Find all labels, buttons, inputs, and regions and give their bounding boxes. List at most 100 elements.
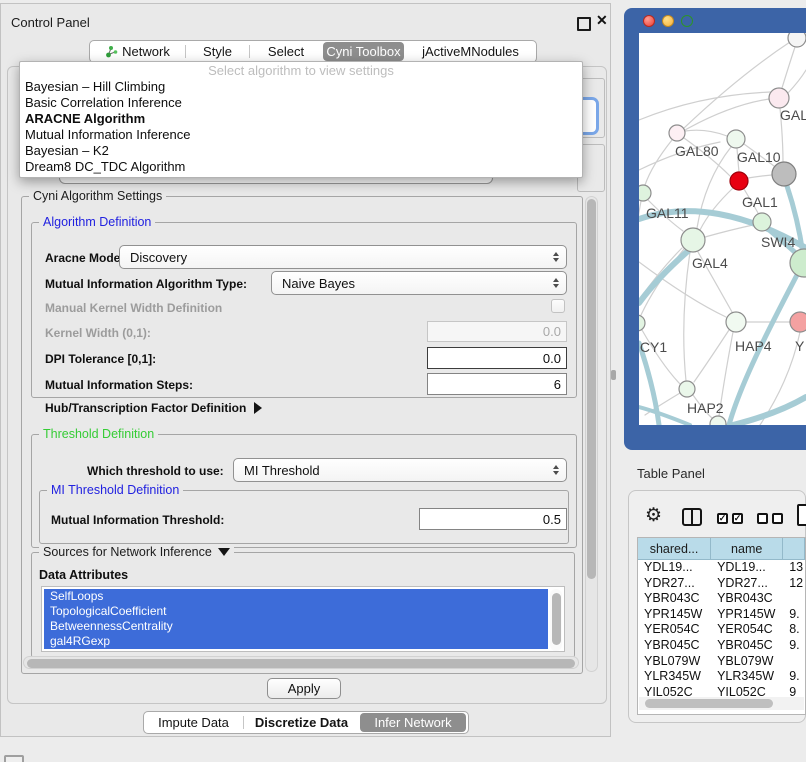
tab-network[interactable]: Network bbox=[90, 41, 185, 62]
column-header-shared-name[interactable]: shared... bbox=[638, 538, 711, 560]
table-row[interactable]: YLR345W YLR345W 9. bbox=[638, 669, 805, 685]
network-node[interactable] bbox=[753, 213, 771, 231]
checkbox-checked-icon[interactable]: ✓ bbox=[717, 513, 728, 524]
cell[interactable]: YBR045C bbox=[711, 638, 783, 654]
table-row[interactable]: YER054C YER054C 8. bbox=[638, 622, 805, 638]
aracne-mode-select[interactable]: Discovery bbox=[119, 245, 567, 269]
float-window-icon[interactable] bbox=[577, 17, 591, 31]
cell[interactable]: 12 bbox=[783, 576, 805, 592]
cell[interactable]: YDR27... bbox=[638, 576, 711, 592]
table-row[interactable]: YDR27... YDR27... 12 bbox=[638, 576, 805, 592]
column-header-name[interactable]: name bbox=[711, 538, 783, 560]
cell[interactable]: YLR345W bbox=[638, 669, 711, 685]
tab-jactivemnodules[interactable]: jActiveMNodules bbox=[405, 41, 536, 62]
algorithm-option[interactable]: Mutual Information Inference bbox=[20, 127, 582, 143]
cell[interactable]: YDL19... bbox=[711, 560, 783, 576]
network-node[interactable] bbox=[679, 381, 695, 397]
algorithm-option[interactable]: Bayesian – Hill Climbing bbox=[20, 79, 582, 95]
algorithm-option[interactable]: Dream8 DC_TDC Algorithm bbox=[20, 159, 582, 175]
gear-icon[interactable]: ⚙ bbox=[645, 506, 662, 525]
tab-impute-data[interactable]: Impute Data bbox=[144, 712, 243, 733]
mi-algorithm-type-select[interactable]: Naive Bayes bbox=[271, 271, 567, 295]
settings-horizontal-scrollbar-thumb[interactable] bbox=[27, 659, 575, 668]
cell[interactable]: YPR145W bbox=[638, 607, 711, 623]
cell[interactable]: YER054C bbox=[638, 622, 711, 638]
table-row[interactable]: YBR045C YBR045C 9. bbox=[638, 638, 805, 654]
cell[interactable]: 13 bbox=[783, 560, 805, 576]
table-row[interactable]: YDL19... YDL19... 13 bbox=[638, 560, 805, 576]
cell[interactable]: YPR145W bbox=[711, 607, 783, 623]
cell[interactable]: 9. bbox=[783, 669, 805, 685]
algorithm-option[interactable]: Basic Correlation Inference bbox=[20, 95, 582, 111]
cell[interactable]: YLR345W bbox=[711, 669, 783, 685]
close-icon[interactable]: ✕ bbox=[596, 12, 608, 29]
cell[interactable]: YBR043C bbox=[638, 591, 711, 607]
algorithm-option[interactable]: Bayesian – K2 bbox=[20, 143, 582, 159]
dpi-tolerance-field[interactable]: 0.0 bbox=[427, 347, 567, 369]
window-minimize-button[interactable] bbox=[662, 15, 674, 27]
network-node[interactable] bbox=[710, 416, 726, 425]
cell[interactable] bbox=[783, 654, 805, 670]
table-horizontal-scrollbar[interactable] bbox=[639, 697, 804, 710]
tab-infer-network[interactable]: Infer Network bbox=[360, 713, 466, 732]
network-node[interactable] bbox=[727, 130, 745, 148]
cell[interactable]: YBL079W bbox=[711, 654, 783, 670]
checkbox-checked-icon[interactable]: ✓ bbox=[732, 513, 743, 524]
mi-steps-field[interactable]: 6 bbox=[427, 373, 567, 395]
network-node[interactable] bbox=[726, 312, 746, 332]
columns-icon[interactable] bbox=[682, 508, 702, 526]
network-node[interactable] bbox=[639, 315, 645, 331]
hub-factor-definition-toggle[interactable]: Hub/Transcription Factor Definition bbox=[45, 401, 262, 415]
attribute-item-selected[interactable]: TopologicalCoefficient bbox=[44, 604, 548, 619]
window-close-button[interactable] bbox=[643, 15, 655, 27]
algorithm-option-selected[interactable]: ARACNE Algorithm bbox=[20, 111, 582, 127]
cell[interactable]: YDR27... bbox=[711, 576, 783, 592]
network-node[interactable] bbox=[639, 185, 651, 201]
cell[interactable]: YBR043C bbox=[711, 591, 783, 607]
settings-vertical-scrollbar-thumb[interactable] bbox=[587, 199, 596, 579]
network-node[interactable] bbox=[790, 312, 806, 332]
network-node[interactable] bbox=[669, 125, 685, 141]
cell[interactable]: YER054C bbox=[711, 622, 783, 638]
sources-group-toggle[interactable]: Sources for Network Inference bbox=[39, 545, 234, 559]
tab-select[interactable]: Select bbox=[250, 41, 322, 62]
cell[interactable]: 8. bbox=[783, 622, 805, 638]
which-threshold-select[interactable]: MI Threshold bbox=[233, 458, 567, 482]
settings-horizontal-scrollbar[interactable] bbox=[23, 656, 579, 669]
network-edge bbox=[705, 225, 753, 237]
network-node[interactable] bbox=[730, 172, 748, 190]
tab-style[interactable]: Style bbox=[186, 41, 249, 62]
cell[interactable] bbox=[783, 591, 805, 607]
network-node[interactable] bbox=[769, 88, 789, 108]
cell[interactable]: 9. bbox=[783, 638, 805, 654]
attributes-scrollbar[interactable] bbox=[550, 589, 562, 651]
network-canvas[interactable]: GALGAL80GAL10GAL1GAL11SWI4GAL4GCY1HAP4YH… bbox=[639, 33, 806, 425]
partial-bottom-button[interactable] bbox=[4, 755, 24, 762]
attribute-item-selected[interactable]: BetweennessCentrality bbox=[44, 619, 548, 634]
network-node[interactable] bbox=[681, 228, 705, 252]
checkbox-unchecked-icon[interactable] bbox=[772, 513, 783, 524]
cell[interactable]: YDL19... bbox=[638, 560, 711, 576]
cell[interactable]: YBR045C bbox=[638, 638, 711, 654]
window-zoom-button[interactable] bbox=[681, 15, 693, 27]
table-row[interactable]: YBL079W YBL079W bbox=[638, 654, 805, 670]
mi-threshold-field[interactable]: 0.5 bbox=[419, 508, 567, 530]
attribute-item-selected[interactable]: SelfLoops bbox=[44, 589, 548, 604]
panel-splitter-grip[interactable] bbox=[611, 370, 616, 380]
network-node[interactable] bbox=[772, 162, 796, 186]
tab-cyni-toolbox[interactable]: Cyni Toolbox bbox=[323, 42, 404, 61]
table-row[interactable]: YBR043C YBR043C bbox=[638, 591, 805, 607]
attribute-item-selected[interactable]: gal4RGexp bbox=[44, 634, 548, 649]
column-header-partial[interactable] bbox=[783, 538, 805, 560]
table-horizontal-scrollbar-thumb[interactable] bbox=[645, 699, 773, 708]
checkbox-unchecked-icon[interactable] bbox=[757, 513, 768, 524]
apply-button[interactable]: Apply bbox=[267, 678, 341, 699]
attributes-scrollbar-thumb[interactable] bbox=[552, 593, 561, 645]
page-icon[interactable] bbox=[797, 504, 806, 526]
cell[interactable]: 9. bbox=[783, 607, 805, 623]
tab-discretize-data[interactable]: Discretize Data bbox=[244, 712, 359, 733]
network-node[interactable] bbox=[788, 33, 806, 47]
table-row[interactable]: YPR145W YPR145W 9. bbox=[638, 607, 805, 623]
cell[interactable]: YBL079W bbox=[638, 654, 711, 670]
settings-vertical-scrollbar[interactable] bbox=[585, 196, 598, 672]
